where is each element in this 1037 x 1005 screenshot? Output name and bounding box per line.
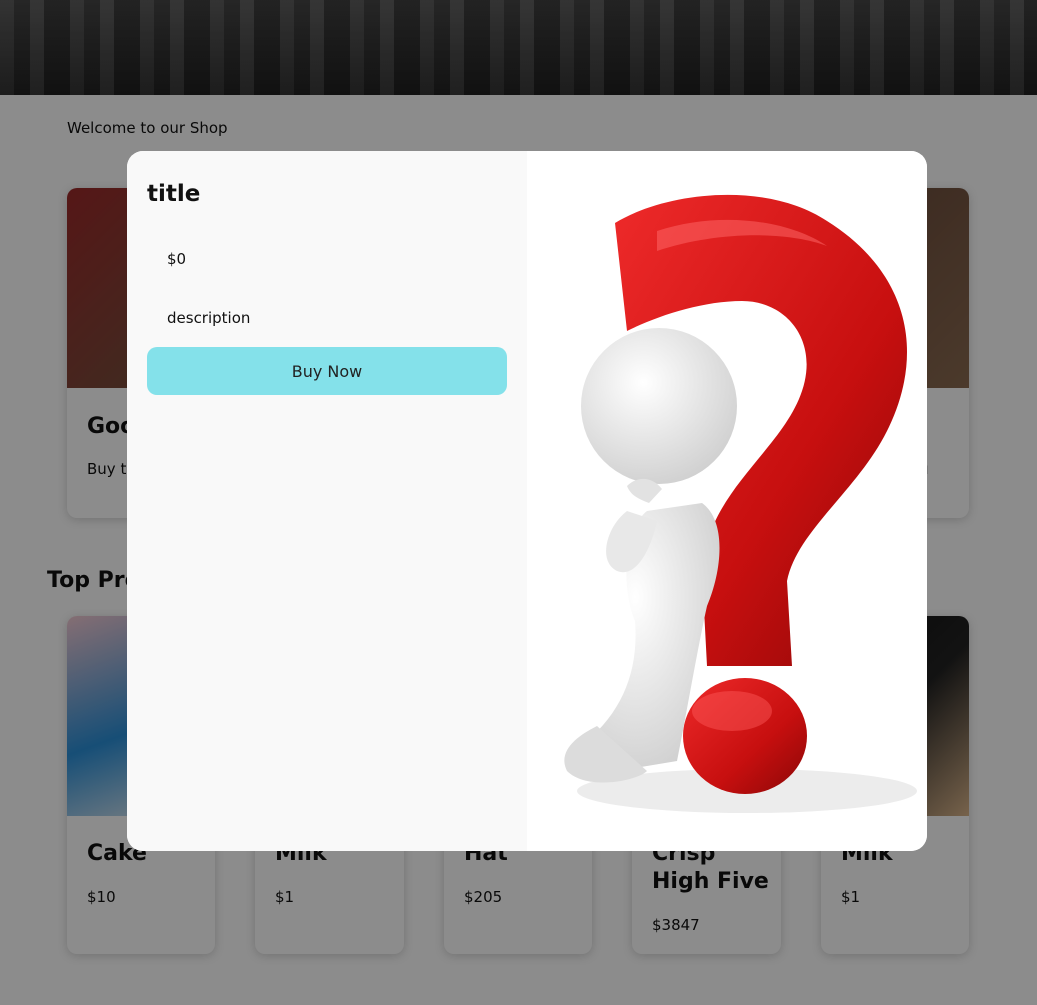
modal-details: title $0 description Buy Now [127,151,527,851]
product-modal: title $0 description Buy Now [127,151,927,851]
modal-description: description [167,309,251,327]
modal-title: title [147,181,201,207]
buy-now-button[interactable]: Buy Now [147,347,507,395]
modal-price: $0 [167,250,187,268]
question-mark-figure-icon [564,194,917,813]
modal-image [527,151,927,851]
